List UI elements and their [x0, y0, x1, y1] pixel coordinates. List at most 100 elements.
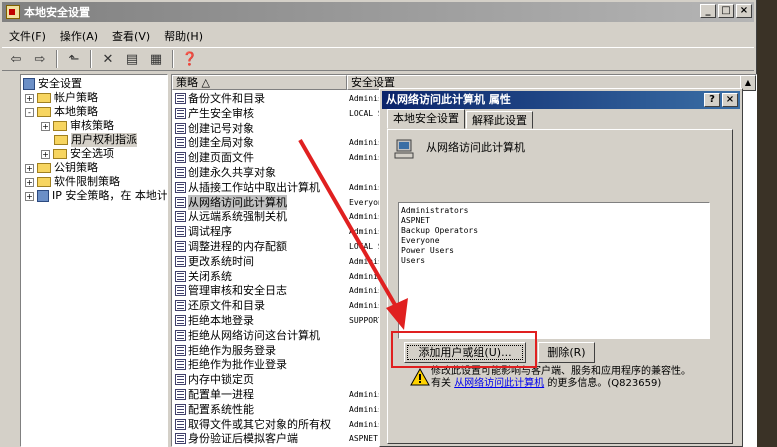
members-listbox[interactable]: Administrators ASPNET Backup Operators E… — [398, 202, 710, 339]
tab-explain[interactable]: 解释此设置 — [466, 111, 533, 129]
policy-icon — [175, 181, 186, 193]
member-item[interactable]: Power Users — [401, 246, 707, 256]
policy-icon — [175, 300, 186, 312]
toolbar-separator — [172, 50, 174, 68]
expand-icon[interactable]: + — [25, 191, 34, 201]
policy-icon — [175, 433, 186, 445]
security-setting-cell: Administrators — [349, 138, 382, 148]
policy-icon — [175, 255, 186, 267]
collapse-icon[interactable]: - — [25, 107, 34, 117]
member-item[interactable]: Administrators — [401, 206, 707, 216]
security-setting-cell: Administrators — [349, 94, 382, 103]
security-setting-cell: Administrators — [349, 153, 382, 163]
minimize-button[interactable]: _ — [700, 4, 716, 18]
remove-button[interactable]: 删除(R) — [538, 342, 595, 363]
properties-icon[interactable]: ▤ — [122, 50, 142, 68]
policy-name: 从网络访问此计算机 — [426, 141, 525, 154]
tree-item-security-options[interactable]: + 安全选项 — [41, 147, 114, 161]
policy-icon — [175, 270, 186, 282]
expand-icon[interactable]: + — [25, 163, 34, 173]
policy-icon — [175, 93, 186, 104]
expand-icon[interactable]: + — [41, 149, 50, 159]
folder-icon — [37, 177, 51, 187]
policy-icon — [175, 285, 186, 297]
policy-name-cell: 管理审核和安全日志 — [188, 284, 287, 298]
policy-name-cell: 配置系统性能 — [188, 402, 254, 416]
policy-name-cell: 关闭系统 — [188, 269, 232, 283]
policy-name-cell: 从网络访问此计算机 — [188, 194, 287, 210]
policy-help-link[interactable]: 从网络访问此计算机 — [454, 378, 544, 389]
policy-name-cell: 拒绝从网络访问这台计算机 — [188, 328, 320, 342]
column-header-policy[interactable]: 策略 △ — [172, 75, 347, 90]
window-title: 本地安全设置 — [24, 6, 90, 19]
expand-icon[interactable]: + — [25, 177, 34, 187]
up-folder-icon[interactable]: ⬑ — [64, 50, 84, 68]
policy-icon — [175, 107, 186, 119]
tree-item-public-key-policies[interactable]: + 公钥策略 — [25, 161, 98, 175]
member-item[interactable]: Everyone — [401, 236, 707, 246]
policy-name-cell: 拒绝本地登录 — [188, 314, 254, 327]
local-security-policy-icon — [6, 5, 20, 19]
tree-item-software-restriction[interactable]: + 软件限制策略 — [25, 175, 120, 189]
menu-action[interactable]: 操作(A) — [53, 28, 105, 44]
highlight-box — [391, 331, 537, 368]
tree-item-user-rights-assignment[interactable]: 用户权利指派 — [54, 133, 137, 147]
policy-name-cell: 从远端系统强制关机 — [188, 210, 287, 224]
expand-icon[interactable]: + — [41, 121, 50, 131]
policy-name-cell: 调试程序 — [188, 225, 232, 239]
tab-local-security-setting[interactable]: 本地安全设置 — [387, 109, 465, 129]
folder-icon — [37, 93, 51, 103]
compatibility-warning: 修改此设置可能影响与客户端、服务和应用程序的兼容性。 有关 从网络访问此计算机 … — [431, 366, 691, 389]
close-button[interactable]: × — [736, 4, 752, 18]
policy-name-cell: 创建页面文件 — [188, 151, 254, 165]
member-item[interactable]: Backup Operators — [401, 226, 707, 236]
policy-name-cell: 拒绝作为服务登录 — [188, 343, 276, 357]
tree-item-account-policies[interactable]: + 帐户策略 — [25, 91, 98, 105]
warning-icon — [410, 368, 430, 386]
security-setting-cell: SUPPORT — [349, 316, 382, 325]
policy-icon — [175, 315, 186, 326]
help-icon[interactable]: ❓ — [180, 50, 200, 68]
tree-item-ip-security[interactable]: + IP 安全策略，在 本地计 — [25, 189, 167, 203]
tree-item-local-policies[interactable]: - 本地策略 — [25, 105, 98, 119]
member-item[interactable]: Users — [401, 256, 707, 266]
security-settings-icon — [23, 78, 35, 90]
delete-icon[interactable]: ✕ — [98, 50, 118, 68]
export-list-icon[interactable]: ▦ — [146, 50, 166, 68]
security-setting-cell: Administrators — [349, 390, 382, 399]
policy-icon — [175, 389, 186, 400]
policy-icon — [175, 403, 186, 415]
dialog-tabs: 本地安全设置 解释此设置 — [387, 109, 534, 129]
folder-icon — [53, 121, 67, 131]
console-tree: 安全设置 + 帐户策略 - 本地策略 + 审核策略 用户权利指派 + 安全选项 … — [20, 74, 168, 447]
policy-computer-icon — [394, 139, 414, 159]
menu-file[interactable]: 文件(F) — [2, 28, 53, 44]
security-setting-cell — [349, 372, 382, 387]
properties-dialog: 从网络访问此计算机 属性 ? × 本地安全设置 解释此设置 从网络访问此计算机 … — [379, 88, 743, 447]
dialog-close-button[interactable]: × — [722, 93, 738, 107]
expand-icon[interactable]: + — [25, 93, 34, 103]
window-titlebar[interactable]: 本地安全设置 _ □ × — [2, 2, 754, 22]
maximize-button[interactable]: □ — [718, 4, 734, 18]
policy-name-cell: 产生安全审核 — [188, 106, 254, 120]
forward-arrow-icon[interactable]: ⇨ — [30, 50, 50, 68]
tree-item-security-settings[interactable]: 安全设置 — [23, 77, 82, 91]
back-arrow-icon[interactable]: ⇦ — [6, 50, 26, 68]
tree-item-audit-policy[interactable]: + 审核策略 — [41, 119, 114, 133]
member-item[interactable]: ASPNET — [401, 216, 707, 226]
menu-view[interactable]: 查看(V) — [105, 28, 157, 44]
dialog-titlebar[interactable]: 从网络访问此计算机 属性 ? × — [382, 91, 740, 109]
security-setting-cell: LOCAL SERVICE — [349, 242, 382, 251]
policy-icon — [175, 241, 186, 252]
dialog-help-button[interactable]: ? — [704, 93, 720, 107]
policy-name-cell: 从插接工作站中取出计算机 — [188, 180, 320, 194]
security-setting-cell — [349, 357, 382, 372]
security-setting-cell: Administrators — [349, 271, 382, 281]
menu-help[interactable]: 帮助(H) — [157, 28, 210, 44]
policy-icon — [175, 167, 186, 178]
security-setting-cell — [349, 343, 382, 358]
policy-icon — [175, 359, 186, 371]
policy-name-cell: 创建全局对象 — [188, 136, 254, 150]
security-setting-cell: Administrators — [349, 212, 382, 222]
security-setting-cell — [349, 165, 382, 180]
